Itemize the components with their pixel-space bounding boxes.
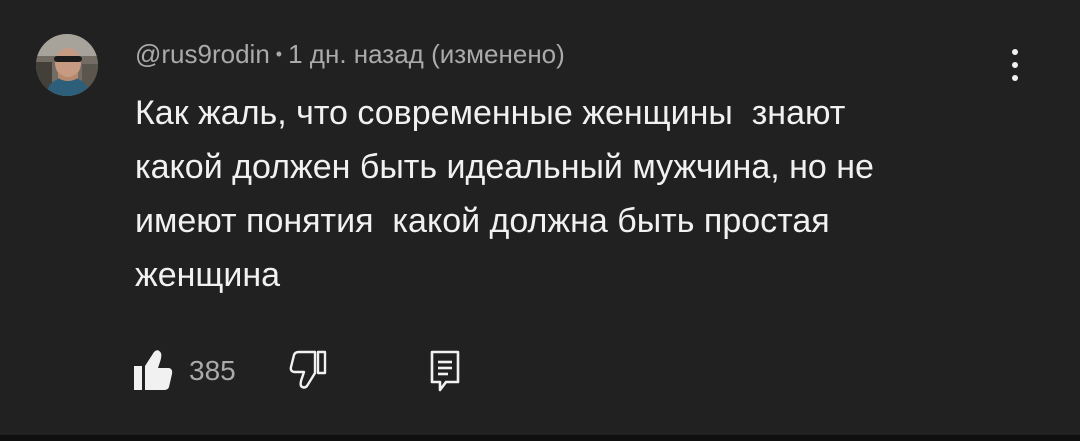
thumbs-up-icon (134, 350, 173, 390)
dislike-button[interactable] (284, 344, 332, 396)
reply-button[interactable] (422, 344, 470, 396)
comment-text: Как жаль, что современные женщины знают … (135, 94, 874, 294)
like-button[interactable] (128, 344, 176, 396)
avatar-icon (36, 34, 98, 96)
thumbs-down-icon (289, 350, 327, 389)
menu-dot (1012, 62, 1018, 68)
author-name[interactable]: @rus9rodin (135, 39, 270, 69)
more-actions-button[interactable] (1000, 44, 1030, 86)
comment-card: @rus9rodin • 1 дн. назад (изменено) Как жа… (0, 0, 1080, 435)
bottom-divider (0, 435, 1080, 441)
reply-comment-icon (430, 350, 460, 392)
meta-separator: • (275, 44, 283, 64)
menu-dot (1012, 75, 1018, 81)
menu-dot (1012, 49, 1018, 55)
author-avatar[interactable] (36, 34, 98, 96)
like-count: 385 (189, 355, 236, 386)
comment-meta: @rus9rodin • 1 дн. назад (изменено) (135, 36, 565, 72)
comment-time[interactable]: 1 дн. назад (изменено) (288, 39, 565, 69)
